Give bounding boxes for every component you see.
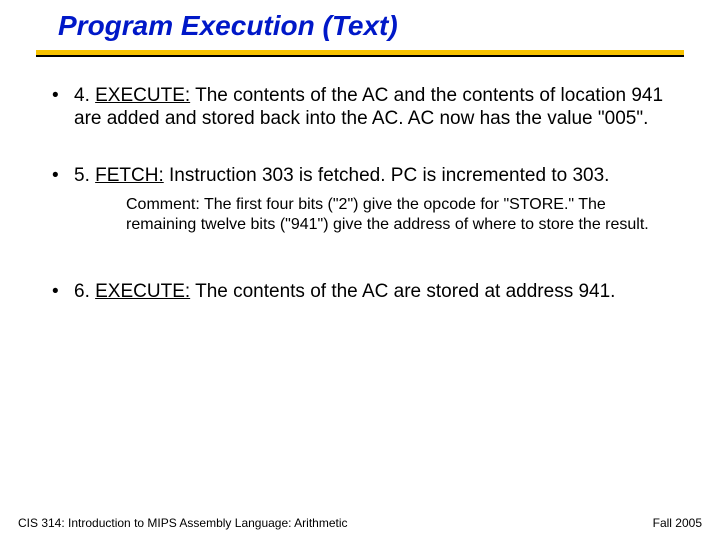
slide-body: • 4. EXECUTE: The contents of the AC and… [0, 57, 720, 304]
bullet-text: 5. FETCH: Instruction 303 is fetched. PC… [74, 165, 672, 188]
footer: CIS 314: Introduction to MIPS Assembly L… [0, 516, 720, 530]
bullet-item: • 4. EXECUTE: The contents of the AC and… [52, 85, 672, 131]
bullet-icon: • [52, 281, 74, 304]
footer-left: CIS 314: Introduction to MIPS Assembly L… [18, 516, 348, 530]
bullet-heading: EXECUTE: [95, 281, 190, 302]
bullet-item: • 5. FETCH: Instruction 303 is fetched. … [52, 165, 672, 188]
bullet-icon: • [52, 85, 74, 131]
bullet-heading: FETCH: [95, 165, 164, 186]
title-wrap: Program Execution (Text) [0, 0, 720, 42]
slide: Program Execution (Text) • 4. EXECUTE: T… [0, 0, 720, 540]
slide-title: Program Execution (Text) [58, 10, 720, 42]
footer-right: Fall 2005 [653, 516, 702, 530]
bullet-number: 4. [74, 85, 95, 106]
bullet-rest: The contents of the AC are stored at add… [190, 281, 615, 302]
bullet-rest: Instruction 303 is fetched. PC is increm… [164, 165, 610, 186]
bullet-text: 6. EXECUTE: The contents of the AC are s… [74, 281, 672, 304]
bullet-number: 6. [74, 281, 95, 302]
bullet-number: 5. [74, 165, 95, 186]
bullet-item: • 6. EXECUTE: The contents of the AC are… [52, 281, 672, 304]
comment-text: Comment: The first four bits ("2") give … [126, 195, 672, 235]
bullet-text: 4. EXECUTE: The contents of the AC and t… [74, 85, 672, 131]
bullet-heading: EXECUTE: [95, 85, 190, 106]
bullet-icon: • [52, 165, 74, 188]
